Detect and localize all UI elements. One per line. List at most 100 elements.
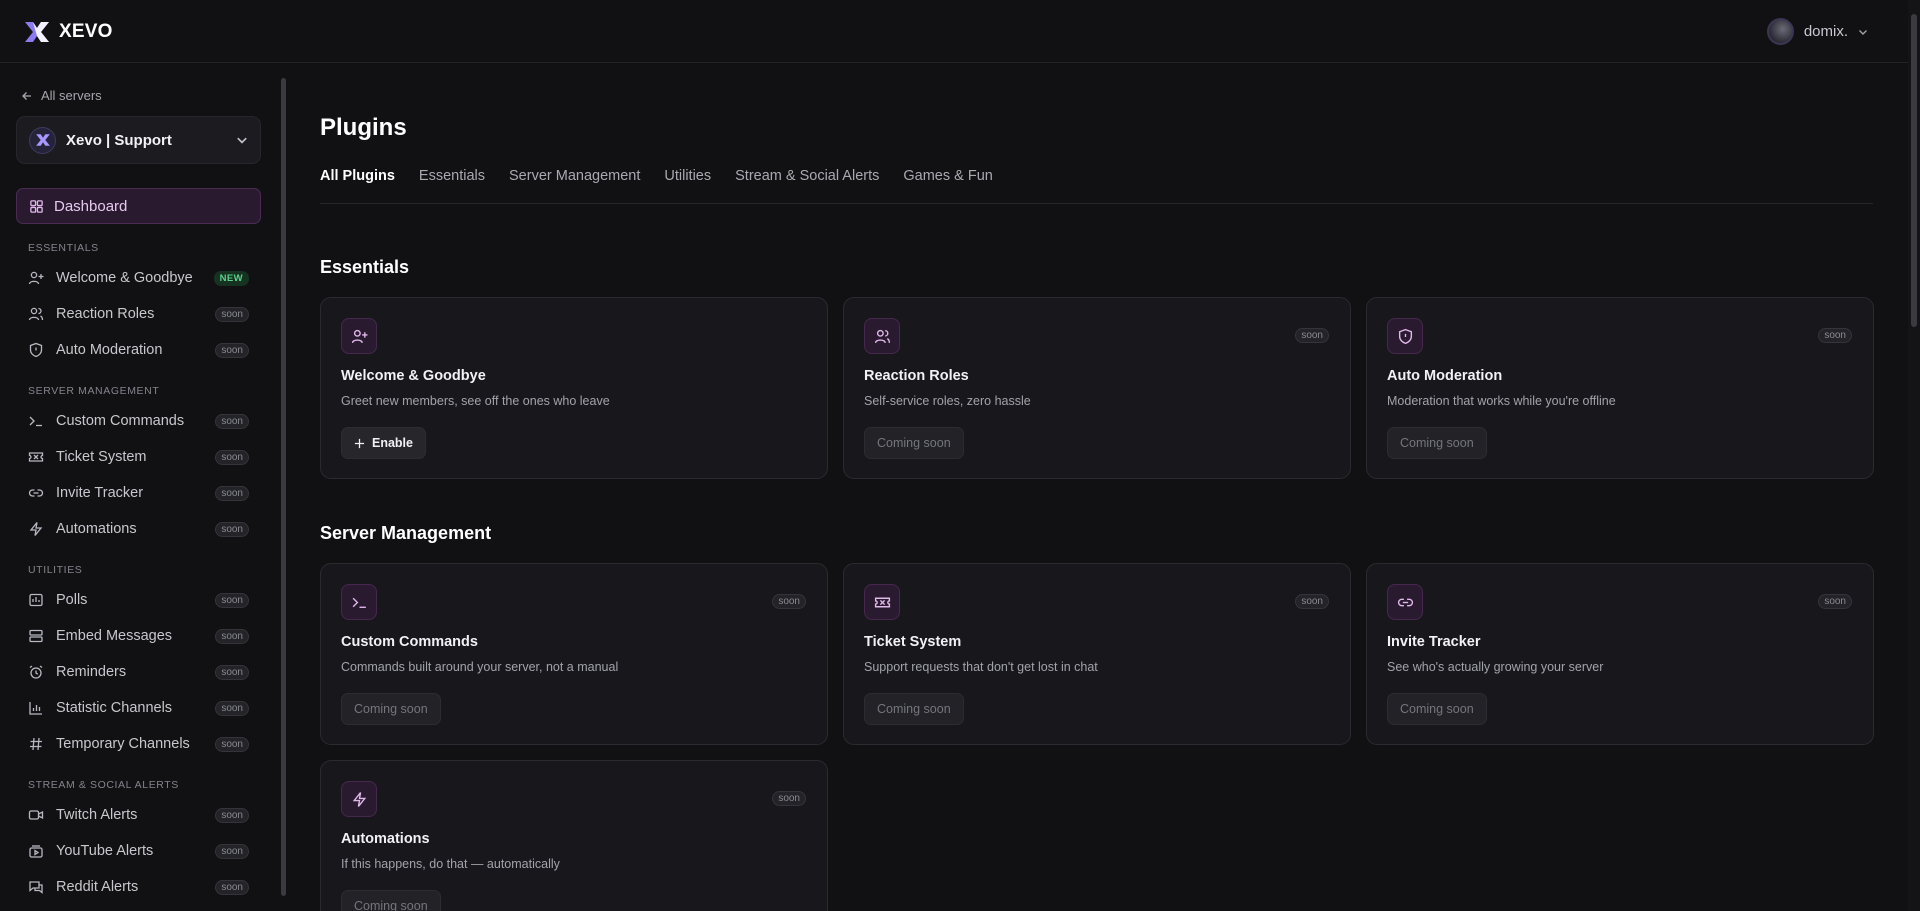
- plugin-description: Commands built around your server, not a…: [341, 660, 619, 674]
- sidebar-item-label: Temporary Channels: [56, 736, 190, 752]
- plugin-icon-box: [341, 781, 377, 817]
- sidebar-item-statistic-channels[interactable]: Statistic Channels soon: [28, 696, 249, 720]
- sidebar-item-label: Custom Commands: [56, 413, 185, 429]
- soon-badge: soon: [215, 628, 249, 644]
- coming-soon-button: Coming soon: [864, 427, 964, 459]
- hash-icon: [30, 737, 42, 751]
- chevron-down-icon: [1859, 29, 1867, 35]
- section-title-essentials: Essentials: [320, 257, 410, 277]
- sidebar-item-temporary-channels[interactable]: Temporary Channels soon: [28, 732, 249, 756]
- ticket-icon: [28, 452, 44, 462]
- plugin-icon-box: [864, 318, 900, 354]
- enable-button[interactable]: Enable: [341, 427, 426, 459]
- avatar: [1766, 18, 1794, 45]
- top-bar: XEVO domix.: [0, 0, 1908, 63]
- plugin-icon-box: [341, 318, 377, 354]
- bolt-icon: [29, 522, 43, 536]
- sidebar-item-reddit-alerts[interactable]: Reddit Alerts soon: [28, 875, 249, 899]
- tab-essentials[interactable]: Essentials: [419, 168, 485, 204]
- sidebar-item-embed-messages[interactable]: Embed Messages soon: [28, 624, 249, 648]
- sidebar-item-reaction-roles[interactable]: Reaction Roles soon: [28, 302, 249, 326]
- brand-name: XEVO: [59, 21, 113, 42]
- shield-icon: [29, 342, 43, 358]
- sidebar-item-ticket-system[interactable]: Ticket System soon: [28, 445, 249, 469]
- ticket-icon: [874, 597, 890, 607]
- plugin-name: Custom Commands: [341, 634, 478, 650]
- coming-soon-button: Coming soon: [1387, 693, 1487, 725]
- main-scrollbar-thumb[interactable]: [1911, 14, 1917, 327]
- alarm-icon: [29, 665, 43, 679]
- tab-server-management[interactable]: Server Management: [509, 168, 640, 204]
- server-selector[interactable]: Xevo | Support: [16, 116, 261, 164]
- sidebar-item-label: Reminders: [56, 664, 127, 680]
- sidebar: All servers Xevo | Support Dashboard ESS…: [0, 64, 282, 911]
- sidebar-item-label: Polls: [56, 592, 88, 608]
- server-logo-icon: [29, 126, 56, 154]
- server-name: Xevo | Support: [66, 131, 172, 149]
- sidebar-item-custom-commands[interactable]: Custom Commands soon: [28, 409, 249, 433]
- grid-icon: [30, 199, 43, 213]
- xevo-logo-icon: [25, 22, 49, 42]
- plugin-card-welcome-goodbye: Welcome & Goodbye Greet new members, see…: [320, 297, 828, 479]
- plugin-icon-box: [341, 584, 377, 620]
- sidebar-item-youtube-alerts[interactable]: YouTube Alerts soon: [28, 839, 249, 863]
- all-servers-link[interactable]: All servers: [21, 88, 102, 103]
- soon-badge: soon: [215, 413, 249, 429]
- sidebar-item-dashboard[interactable]: Dashboard: [16, 188, 261, 224]
- tab-stream-social-alerts[interactable]: Stream & Social Alerts: [735, 168, 879, 204]
- tab-utilities[interactable]: Utilities: [664, 168, 711, 204]
- sidebar-item-label: Welcome & Goodbye: [56, 270, 193, 286]
- soon-badge: soon: [215, 306, 249, 322]
- chevron-down-icon: [237, 137, 247, 144]
- plugin-name: Ticket System: [864, 634, 962, 650]
- soon-badge: soon: [215, 592, 249, 608]
- section-title-server-management: Server Management: [320, 523, 492, 543]
- sidebar-scrollbar[interactable]: [280, 64, 288, 911]
- soon-badge: soon: [215, 485, 249, 501]
- soon-badge: soon: [215, 342, 249, 358]
- new-badge: NEW: [213, 270, 249, 286]
- soon-badge: soon: [1295, 594, 1329, 609]
- sidebar-item-auto-moderation[interactable]: Auto Moderation soon: [28, 338, 249, 362]
- terminal-icon: [352, 597, 366, 608]
- plugin-card-reaction-roles: soon Reaction Roles Self-service roles, …: [843, 297, 1351, 479]
- sidebar-item-reminders[interactable]: Reminders soon: [28, 660, 249, 684]
- sidebar-item-automations[interactable]: Automations soon: [28, 517, 249, 541]
- coming-soon-button: Coming soon: [864, 693, 964, 725]
- sidebar-item-label: Dashboard: [54, 197, 128, 215]
- soon-badge: soon: [772, 791, 806, 806]
- plugin-name: Welcome & Goodbye: [341, 368, 486, 384]
- tab-all-plugins[interactable]: All Plugins: [320, 168, 395, 204]
- link-icon: [28, 489, 44, 497]
- soon-badge: soon: [215, 879, 249, 895]
- all-servers-label: All servers: [41, 88, 102, 103]
- soon-badge: soon: [215, 521, 249, 537]
- sidebar-item-polls[interactable]: Polls soon: [28, 588, 249, 612]
- plugin-icon-box: [1387, 318, 1423, 354]
- video-icon: [28, 810, 44, 820]
- coming-soon-button: Coming soon: [1387, 427, 1487, 459]
- sidebar-item-label: Reaction Roles: [56, 306, 155, 322]
- soon-badge: soon: [1295, 328, 1329, 343]
- plugin-card-automations: soon Automations If this happens, do tha…: [320, 760, 828, 911]
- plugin-card-invite-tracker: soon Invite Tracker See who's actually g…: [1366, 563, 1874, 745]
- sidebar-item-welcome-goodbye[interactable]: Welcome & Goodbye NEW: [28, 266, 249, 290]
- sidebar-item-invite-tracker[interactable]: Invite Tracker soon: [28, 481, 249, 505]
- sidebar-scrollbar-thumb[interactable]: [281, 78, 286, 896]
- sidebar-item-twitch-alerts[interactable]: Twitch Alerts soon: [28, 803, 249, 827]
- sidebar-item-label: Statistic Channels: [56, 700, 173, 716]
- soon-badge: soon: [215, 664, 249, 680]
- shield-icon: [1398, 328, 1412, 344]
- sidebar-item-label: Invite Tracker: [56, 485, 144, 501]
- brand-logo[interactable]: XEVO: [23, 20, 113, 44]
- section-label-server-management: SERVER MANAGEMENT: [28, 385, 160, 397]
- users-icon: [28, 307, 44, 321]
- soon-badge: soon: [1818, 594, 1852, 609]
- user-menu[interactable]: domix.: [1766, 18, 1868, 45]
- sidebar-item-label: Reddit Alerts: [56, 879, 139, 895]
- plugin-name: Invite Tracker: [1387, 634, 1481, 650]
- tab-games-fun[interactable]: Games & Fun: [903, 168, 992, 204]
- user-name: domix.: [1803, 23, 1848, 40]
- soon-badge: soon: [1818, 328, 1852, 343]
- main-scrollbar[interactable]: [1908, 0, 1920, 911]
